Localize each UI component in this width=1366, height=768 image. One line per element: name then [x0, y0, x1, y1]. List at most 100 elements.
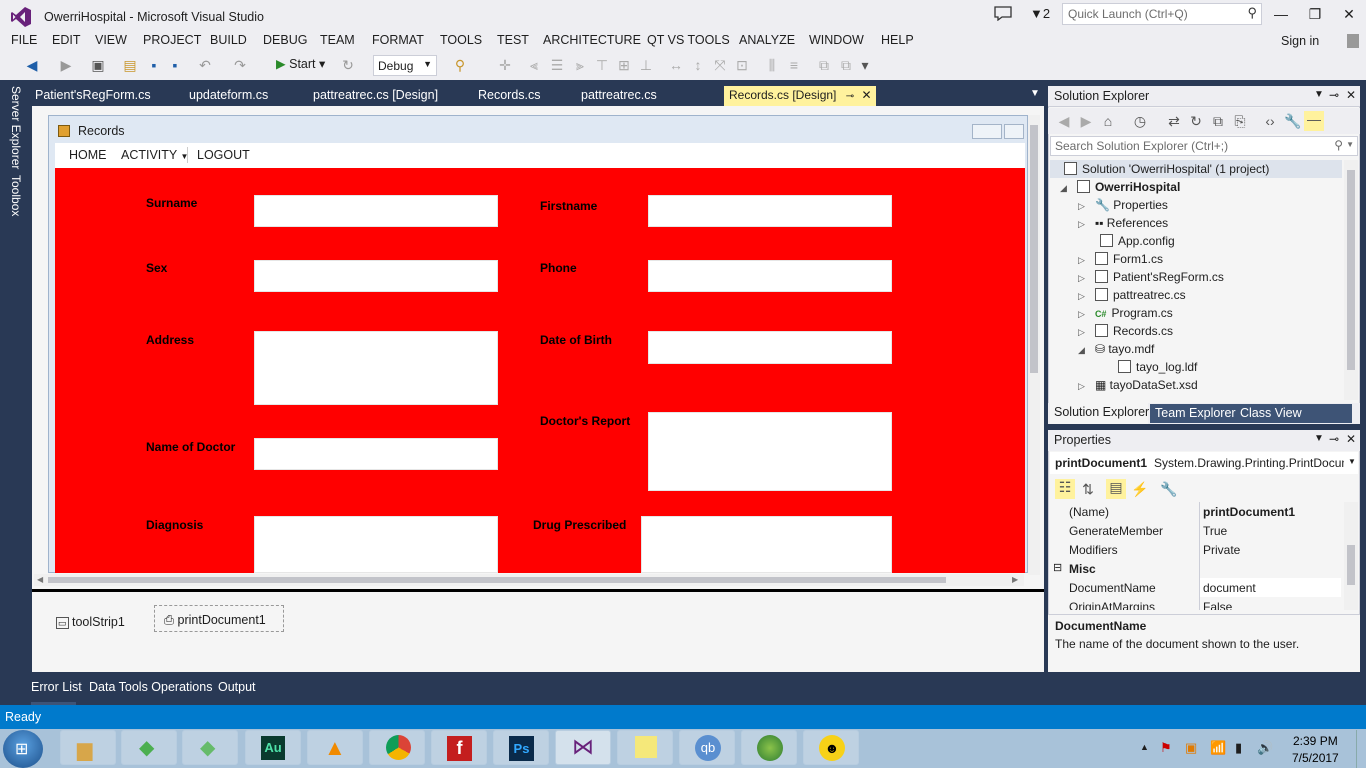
sign-in-link[interactable]: Sign in	[1281, 34, 1319, 48]
address-textbox[interactable]	[254, 331, 498, 405]
forward-icon[interactable]: ▶	[1078, 113, 1094, 129]
solution-search-input[interactable]: Search Solution Explorer (Ctrl+;) ⚲ ▼	[1050, 136, 1358, 156]
prop-originatmargins-value[interactable]: False	[1203, 600, 1232, 610]
close-panel-icon[interactable]: ✕	[1346, 88, 1356, 102]
save-icon[interactable]: ▪	[146, 57, 162, 73]
taskbar-photoshop[interactable]: Ps	[493, 730, 549, 765]
form-menu-home[interactable]: HOME	[69, 148, 107, 162]
find-icon[interactable]: ⚲	[452, 57, 468, 73]
menu-help[interactable]: HELP	[881, 33, 914, 47]
align-grid-icon[interactable]: ✛	[497, 57, 513, 73]
prop-generatemember-value[interactable]: True	[1203, 524, 1227, 538]
properties-view-icon[interactable]: ▤	[1106, 479, 1126, 499]
same-size-icon[interactable]: ⤧	[712, 57, 728, 73]
menu-test[interactable]: TEST	[497, 33, 529, 47]
forward-icon[interactable]: ▶	[58, 57, 74, 73]
same-width-icon[interactable]: ↔	[668, 57, 684, 73]
tab-patientsregform-cs[interactable]: Patient'sRegForm.cs	[35, 86, 151, 106]
horizontal-scroll-thumb[interactable]	[48, 577, 946, 583]
diagnosis-textbox[interactable]	[254, 516, 498, 573]
feedback-icon[interactable]	[994, 6, 1012, 21]
quick-launch-input[interactable]: Quick Launch (Ctrl+Q) ⚲	[1062, 3, 1262, 25]
tree-project[interactable]: ◢ OwerriHospital	[1060, 180, 1180, 194]
clock-date[interactable]: 7/5/2017	[1292, 751, 1339, 765]
close-tab-icon[interactable]: ✕	[861, 88, 871, 102]
menu-edit[interactable]: EDIT	[52, 33, 80, 47]
pin-icon[interactable]: ⊸	[1329, 432, 1339, 446]
collapse-category-icon[interactable]: ⊟	[1053, 561, 1062, 574]
tray-warning-icon[interactable]: ⚑	[1160, 740, 1172, 756]
network-icon[interactable]: 📶	[1210, 740, 1226, 756]
server-explorer-tab[interactable]: Server Explorer	[9, 86, 23, 169]
taskbar-app-green1[interactable]: ◆	[121, 730, 177, 765]
horizontal-spacing-icon[interactable]: ⫼	[764, 57, 780, 73]
view-code-icon[interactable]: ‹›	[1262, 113, 1278, 129]
menu-view[interactable]: VIEW	[95, 33, 127, 47]
align-centers-icon[interactable]: ☰	[549, 57, 565, 73]
back-icon[interactable]: ◀	[1056, 113, 1072, 129]
name-of-doctor-textbox[interactable]	[254, 438, 498, 470]
menu-build[interactable]: BUILD	[210, 33, 247, 47]
form-minimize-button[interactable]	[972, 124, 1002, 139]
taskbar-app-green2[interactable]: ◆	[182, 730, 238, 765]
solution-scroll-thumb[interactable]	[1347, 170, 1355, 370]
vertical-scroll-thumb[interactable]	[1030, 125, 1038, 373]
tab-pattreatrec-cs[interactable]: pattreatrec.cs	[581, 86, 657, 106]
tree-item-app-config[interactable]: App.config	[1100, 234, 1175, 248]
events-icon[interactable]: ⚡	[1131, 481, 1148, 497]
power-icon[interactable]: ▮	[1235, 740, 1242, 756]
tree-item-program[interactable]: ▷ C# Program.cs	[1078, 306, 1173, 320]
taskbar-sticky-notes[interactable]	[617, 730, 673, 765]
refresh-icon[interactable]: ↻	[340, 57, 356, 73]
taskbar-vlc[interactable]: ▲	[307, 730, 363, 765]
tree-item-properties[interactable]: ▷ 🔧 Properties	[1078, 198, 1168, 212]
firstname-textbox[interactable]	[648, 195, 892, 227]
menu-format[interactable]: FORMAT	[372, 33, 424, 47]
align-rights-icon[interactable]: ⫸	[572, 57, 588, 73]
tab-records-design[interactable]: Records.cs [Design] ⊸ ✕	[724, 86, 876, 106]
tab-updateform-cs[interactable]: updateform.cs	[189, 86, 268, 106]
bring-to-front-icon[interactable]: ⧉	[816, 57, 832, 73]
tree-item-records[interactable]: ▷ Records.cs	[1078, 324, 1173, 338]
send-to-back-icon[interactable]: ⧉	[838, 57, 854, 73]
prop-modifiers-value[interactable]: Private	[1203, 543, 1240, 557]
pin-icon[interactable]: ⊸	[846, 91, 854, 102]
taskbar-audition[interactable]: Au	[245, 730, 301, 765]
menu-project[interactable]: PROJECT	[143, 33, 201, 47]
date-of-birth-textbox[interactable]	[648, 331, 892, 364]
refresh-icon[interactable]: ↻	[1188, 113, 1204, 129]
tree-item-tayodataset[interactable]: ▷ ▦ tayoDataSet.xsd	[1078, 378, 1198, 392]
taskbar-cyberghost[interactable]: ☻	[803, 730, 859, 765]
redo-icon[interactable]: ↷	[232, 57, 248, 73]
tree-item-pattreatrec[interactable]: ▷ pattreatrec.cs	[1078, 288, 1186, 302]
taskbar-file-explorer[interactable]: ▆	[60, 730, 116, 765]
prop-name-value[interactable]: printDocument1	[1203, 505, 1295, 519]
taskbar-chrome[interactable]	[369, 730, 425, 765]
align-lefts-icon[interactable]: ⫷	[526, 57, 542, 73]
tree-item-references[interactable]: ▷ ▪▪ References	[1078, 216, 1168, 230]
menu-window[interactable]: WINDOW	[809, 33, 864, 47]
show-desktop-button[interactable]	[1356, 730, 1366, 768]
scroll-right-icon[interactable]: ▶	[1012, 575, 1018, 584]
show-all-files-icon[interactable]: ⎘	[1232, 113, 1248, 129]
same-height-icon[interactable]: ↕	[690, 57, 706, 73]
tray-app-icon[interactable]: ▣	[1185, 740, 1197, 756]
properties-scroll-thumb[interactable]	[1347, 545, 1355, 585]
preview-icon[interactable]: —	[1304, 111, 1324, 131]
menu-qt-vs-tools[interactable]: QT VS TOOLS	[647, 33, 730, 47]
taskbar-internet-download[interactable]	[741, 730, 797, 765]
tab-output[interactable]: Output	[218, 680, 256, 694]
tab-data-tools-operations[interactable]: Data Tools Operations	[89, 680, 212, 694]
tree-item-tayo-mdf[interactable]: ◢ ⛁ tayo.mdf	[1078, 342, 1154, 356]
history-icon[interactable]: ◷	[1132, 113, 1148, 129]
panel-menu-icon[interactable]: ▼	[1314, 89, 1324, 100]
pin-icon[interactable]: ⊸	[1329, 88, 1339, 102]
printdocument-component[interactable]: ⎙ printDocument1	[164, 613, 266, 628]
open-file-icon[interactable]: ▤	[122, 57, 138, 73]
toolbox-tab[interactable]: Toolbox	[9, 175, 23, 216]
object-selector[interactable]: printDocument1 System.Drawing.Printing.Pr…	[1050, 452, 1358, 474]
back-icon[interactable]: ◀	[24, 57, 40, 73]
align-middles-icon[interactable]: ⊞	[616, 57, 632, 73]
scroll-left-icon[interactable]: ◀	[37, 575, 43, 584]
maximize-button[interactable]: ❐	[1298, 0, 1332, 28]
